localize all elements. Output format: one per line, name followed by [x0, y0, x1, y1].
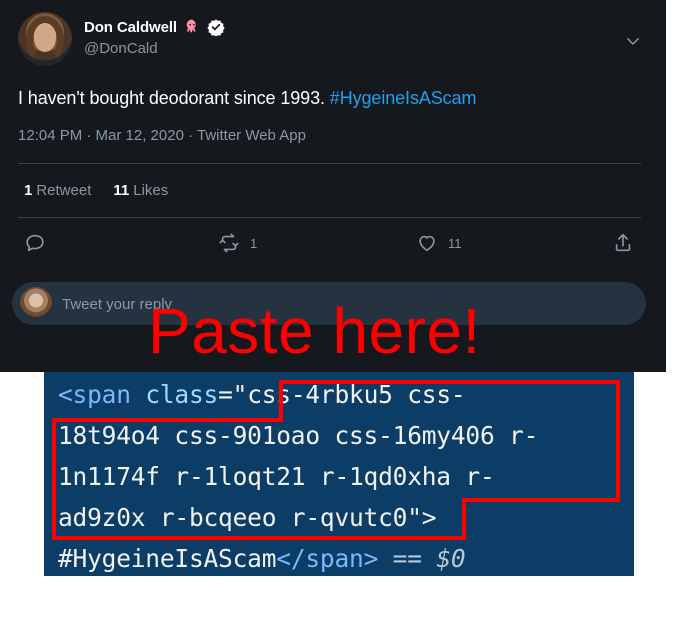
verified-badge-icon [207, 19, 225, 36]
code-line-4: ad9z0x r-bcqeeo r-qvutc0"> [58, 503, 437, 532]
devtools-code-snippet: <span class="css-4rbku5 css- 18t94o4 css… [44, 372, 634, 576]
hashtag-link[interactable]: #HygeineIsAScam [330, 88, 477, 108]
heart-icon [419, 235, 435, 252]
author-avatar[interactable] [18, 12, 72, 66]
tweet-stats: 1 Retweet 11 Likes [24, 182, 168, 199]
author-display-name[interactable]: Don Caldwell [84, 19, 177, 36]
code-line-3: 1n1174f r-1loqt21 r-1qd0xha r- [58, 462, 495, 491]
code-text-content: #HygeineIsAScam [58, 544, 277, 573]
code-attr-equals: =" [218, 380, 248, 409]
code-line-1: <span class="css-4rbku5 css- [58, 380, 466, 409]
divider [18, 163, 641, 164]
retweets-stat[interactable]: 1 Retweet [24, 182, 91, 199]
retweet-count: 1 [250, 235, 258, 251]
squid-icon [186, 19, 196, 33]
author-handle[interactable]: @DonCald [84, 40, 158, 57]
likes-count: 11 [113, 182, 130, 199]
tweet-meta[interactable]: 12:04 PM · Mar 12, 2020 · Twitter Web Ap… [18, 127, 306, 144]
like-count: 11 [448, 235, 462, 251]
like-button[interactable]: 11 [416, 232, 462, 254]
reply-icon [26, 234, 44, 252]
likes-label: Likes [133, 182, 169, 199]
tweet-text-body: I haven't bought deodorant since 1993. [18, 88, 325, 108]
tweet-actions: 1 11 [0, 232, 666, 258]
code-devtools-ref: == $0 [378, 544, 466, 573]
reply-avatar [20, 287, 52, 319]
retweet-icon [219, 233, 239, 253]
code-close-tag: </span> [276, 544, 379, 573]
code-class-value-3[interactable]: 1n1174f r-1loqt21 r-1qd0xha r- [58, 462, 495, 491]
retweet-button[interactable]: 1 [218, 232, 257, 254]
retweets-label: Retweet [36, 182, 92, 199]
code-tag-close-bracket: "> [407, 503, 437, 532]
retweets-count: 1 [24, 182, 33, 199]
share-button[interactable] [612, 232, 634, 254]
code-tag-open: <span [58, 380, 146, 409]
share-icon [615, 233, 631, 252]
likes-stat[interactable]: 11 Likes [113, 182, 168, 199]
selection-highlight-step [462, 498, 620, 502]
reply-button[interactable] [24, 232, 46, 254]
code-line-5: #HygeineIsAScam</span> == $0 [58, 544, 466, 573]
avatar-face [34, 24, 56, 52]
tweet-text: I haven't bought deodorant since 1993. #… [18, 88, 476, 109]
code-class-value-2[interactable]: 18t94o4 css-901oao css-16my406 r- [58, 421, 538, 450]
divider [18, 217, 641, 218]
code-class-value-1[interactable]: css-4rbku5 css- [247, 380, 465, 409]
code-line-2: 18t94o4 css-901oao css-16my406 r- [58, 421, 538, 450]
chevron-down-icon[interactable] [624, 32, 642, 50]
code-attr-name: class [145, 380, 219, 409]
code-class-value-4[interactable]: ad9z0x r-bcqeeo r-qvutc0 [58, 503, 407, 532]
author-name-row: Don Caldwell [84, 18, 225, 36]
paste-here-annotation: Paste here! [148, 295, 481, 367]
